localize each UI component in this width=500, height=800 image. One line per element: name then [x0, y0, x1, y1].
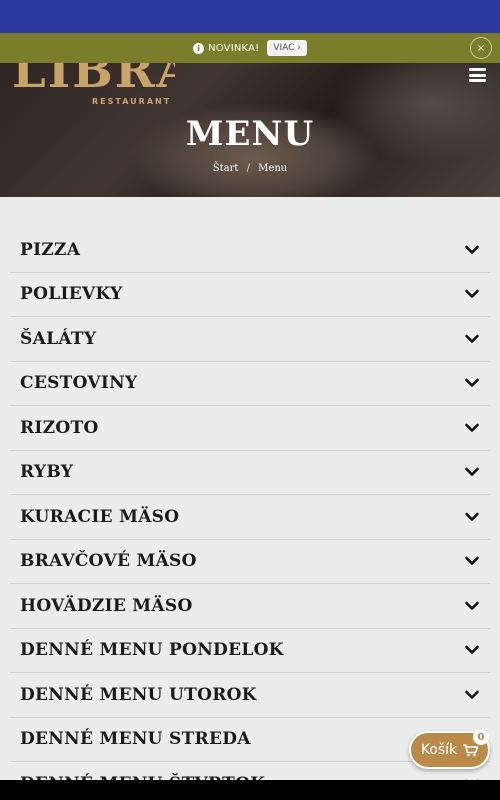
menu-category-item[interactable]: DENNÉ MENU PONDELOK [10, 629, 490, 673]
close-notice-button[interactable]: × [470, 37, 492, 59]
chevron-down-icon [464, 375, 480, 391]
chevron-down-icon [464, 598, 480, 614]
chevron-down-icon [464, 509, 480, 525]
menu-category-item[interactable]: BRAVČOVÉ MÄSO [10, 540, 490, 584]
menu-category-label: RYBY [20, 462, 74, 483]
menu-category-item[interactable]: PIZZA [10, 228, 490, 273]
menu-category-label: DENNÉ MENU STREDA [20, 729, 251, 750]
chevron-down-icon [464, 420, 480, 436]
logo-subtitle: RESTAURANT [92, 97, 172, 106]
chevron-down-icon [464, 464, 480, 480]
chevron-down-icon [464, 286, 480, 302]
site-logo[interactable]: LIBRA RESTAURANT [10, 63, 175, 108]
menu-category-item[interactable]: HOVÄDZIE MÄSO [10, 584, 490, 629]
chevron-down-icon [464, 687, 480, 703]
menu-category-item[interactable]: RIZOTO [10, 406, 490, 451]
breadcrumb: Štart / Menu [0, 163, 500, 174]
menu-category-item[interactable]: DENNÉ MENU UTOROK [10, 673, 490, 718]
bottom-nav-bar [0, 780, 500, 800]
menu-category-item[interactable]: KURACIE MÄSO [10, 495, 490, 540]
chevron-down-icon [464, 242, 480, 258]
menu-category-item[interactable]: POLIEVKY [10, 273, 490, 317]
breadcrumb-home[interactable]: Štart [213, 163, 239, 174]
menu-category-label: DENNÉ MENU PONDELOK [20, 640, 284, 661]
menu-category-item[interactable]: RYBY [10, 451, 490, 495]
menu-category-label: RIZOTO [20, 417, 99, 438]
menu-category-list: PIZZA POLIEVKY ŠALÁTY CESTOVINY RIZOTO RYBY KU… [10, 228, 490, 800]
breadcrumb-current: Menu [258, 163, 288, 174]
menu-category-label: HOVÄDZIE MÄSO [20, 595, 193, 616]
menu-category-label: KURACIE MÄSO [20, 506, 180, 527]
page-title: MENU [185, 114, 315, 154]
top-status-bar [0, 0, 500, 33]
cart-label: Košík [420, 742, 458, 758]
hamburger-menu-icon[interactable] [469, 68, 486, 82]
chevron-down-icon [464, 553, 480, 569]
more-button[interactable]: VIAC › [267, 40, 307, 56]
logo-text: LIBRA [12, 63, 175, 99]
chevron-down-icon [464, 331, 480, 347]
notice-bar: i NOVINKA! VIAC › × [0, 33, 500, 63]
menu-category-item[interactable]: CESTOVINY [10, 362, 490, 406]
menu-category-label: DENNÉ MENU UTOROK [20, 684, 257, 705]
breadcrumb-separator: / [246, 163, 250, 174]
menu-category-label: BRAVČOVÉ MÄSO [20, 551, 197, 572]
menu-category-item[interactable]: ŠALÁTY [10, 317, 490, 362]
cart-icon [463, 743, 479, 756]
cart-count-badge: 0 [473, 729, 489, 745]
menu-category-label: POLIEVKY [20, 284, 123, 305]
menu-category-label: PIZZA [20, 239, 81, 260]
menu-category-label: CESTOVINY [20, 373, 138, 394]
chevron-down-icon [464, 642, 480, 658]
info-icon: i [193, 42, 205, 54]
menu-category-label: ŠALÁTY [20, 328, 97, 349]
notice-text: NOVINKA! [208, 42, 260, 54]
